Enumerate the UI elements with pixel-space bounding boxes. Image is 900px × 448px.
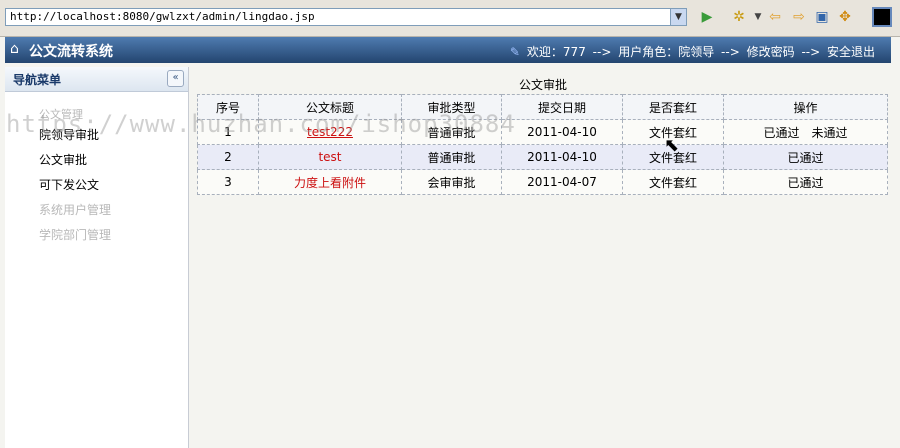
tools-icon[interactable]: ✥ xyxy=(836,8,854,26)
sidebar-title: 导航菜单 xyxy=(13,73,62,87)
sidebar-item-issuable-documents[interactable]: 可下发公文 xyxy=(39,176,188,201)
mouse-cursor-icon: ⬉ xyxy=(664,135,680,156)
address-text: http://localhost:8080/gwlzxt/admin/lingd… xyxy=(10,10,315,23)
browser-toolbar: http://localhost:8080/gwlzxt/admin/lingd… xyxy=(0,0,900,37)
column-header: 是否套红 xyxy=(622,94,724,120)
row-number: 2 xyxy=(197,144,259,170)
sidebar-item-department-management[interactable]: 学院部门管理 xyxy=(39,226,188,251)
title-cell: test222 xyxy=(258,119,402,145)
stop-icon[interactable]: ▣ xyxy=(813,8,831,26)
column-header: 提交日期 xyxy=(501,94,623,120)
bookmark-star-icon[interactable]: ✲ xyxy=(730,8,748,26)
logout-link[interactable]: 安全退出 xyxy=(827,45,875,59)
page-title: 公文审批 xyxy=(518,78,567,92)
approval-type: 普通审批 xyxy=(401,144,502,170)
red-header-link[interactable]: 文件套红 xyxy=(622,169,724,195)
submit-date: 2011-04-10 xyxy=(501,119,623,145)
column-header: 审批类型 xyxy=(401,94,502,120)
sidebar: 导航菜单 « 公文管理 院领导审批 公文审批 可下发公文 系统用户管理 学院部门… xyxy=(5,67,189,448)
approved-link[interactable]: 已通过 xyxy=(763,126,799,140)
menu-arrow-icon[interactable]: ▼ xyxy=(749,8,767,26)
header-links: ✎ 欢迎：777 --> 用户角色：院领导 --> 修改密码 --> 安全退出 xyxy=(507,43,875,60)
table-header-row: 序号 公文标题 审批类型 提交日期 是否套红 操作 xyxy=(197,94,888,120)
main-content: 公文审批 序号 公文标题 审批类型 提交日期 是否套红 操作 1 test222… xyxy=(196,67,890,448)
window-thumbnail-icon[interactable] xyxy=(872,7,892,27)
user-role: 用户角色：院领导 xyxy=(618,45,715,59)
address-dropdown-icon[interactable]: ▼ xyxy=(670,9,686,25)
approval-table: 序号 公文标题 审批类型 提交日期 是否套红 操作 1 test222 普通审批… xyxy=(197,94,888,195)
document-title-link[interactable]: test xyxy=(318,150,341,164)
rejected-link[interactable]: 未通过 xyxy=(812,126,848,140)
row-number: 3 xyxy=(197,169,259,195)
operations-cell: 已通过 xyxy=(723,169,888,195)
table-row: 2 test 普通审批 2011-04-10 文件套红 已通过 xyxy=(197,144,888,170)
forward-arrow-icon[interactable]: ⇨ xyxy=(790,8,808,26)
row-number: 1 xyxy=(197,119,259,145)
sidebar-header: 导航菜单 « xyxy=(5,67,188,92)
address-bar[interactable]: http://localhost:8080/gwlzxt/admin/lingd… xyxy=(5,8,687,26)
go-icon[interactable]: ▶ xyxy=(698,8,716,26)
home-icon: ⌂ xyxy=(10,41,19,57)
welcome-text: 欢迎：777 xyxy=(526,45,586,59)
approved-link[interactable]: 已通过 xyxy=(787,176,823,190)
column-header: 序号 xyxy=(197,94,259,120)
column-header: 操作 xyxy=(723,94,888,120)
title-cell: test xyxy=(258,144,402,170)
table-row: 1 test222 普通审批 2011-04-10 文件套红 已通过 未通过 xyxy=(197,119,888,145)
nav-menu: 公文管理 院领导审批 公文审批 可下发公文 系统用户管理 学院部门管理 xyxy=(5,92,188,251)
operations-cell: 已通过 未通过 xyxy=(723,119,888,145)
column-header: 公文标题 xyxy=(258,94,402,120)
separator: --> xyxy=(801,45,821,59)
sidebar-item-leader-approval[interactable]: 院领导审批 xyxy=(39,126,188,151)
sidebar-item-document-approval[interactable]: 公文审批 xyxy=(39,151,188,176)
approved-link[interactable]: 已通过 xyxy=(787,151,823,165)
back-arrow-icon[interactable]: ⇦ xyxy=(766,8,784,26)
submit-date: 2011-04-10 xyxy=(501,144,623,170)
operations-cell: 已通过 xyxy=(723,144,888,170)
app-title: 公文流转系统 xyxy=(29,44,113,60)
document-title-link[interactable]: test222 xyxy=(307,125,353,139)
sidebar-item-user-management[interactable]: 系统用户管理 xyxy=(39,201,188,226)
change-password-link[interactable]: 修改密码 xyxy=(747,45,795,59)
collapse-sidebar-button[interactable]: « xyxy=(167,70,184,87)
table-row: 3 力度上看附件 会审审批 2011-04-07 文件套红 已通过 xyxy=(197,169,888,195)
approval-type: 普通审批 xyxy=(401,119,502,145)
submit-date: 2011-04-07 xyxy=(501,169,623,195)
app-header: ⌂ 公文流转系统 ✎ 欢迎：777 --> 用户角色：院领导 --> 修改密码 -… xyxy=(5,37,891,63)
title-cell: 力度上看附件 xyxy=(258,169,402,195)
key-icon: ✎ xyxy=(509,45,520,59)
approval-type: 会审审批 xyxy=(401,169,502,195)
sidebar-item-document-management[interactable]: 公文管理 xyxy=(39,106,188,126)
separator: --> xyxy=(721,45,740,59)
separator: --> xyxy=(592,45,612,59)
document-title-link[interactable]: 力度上看附件 xyxy=(294,176,366,190)
